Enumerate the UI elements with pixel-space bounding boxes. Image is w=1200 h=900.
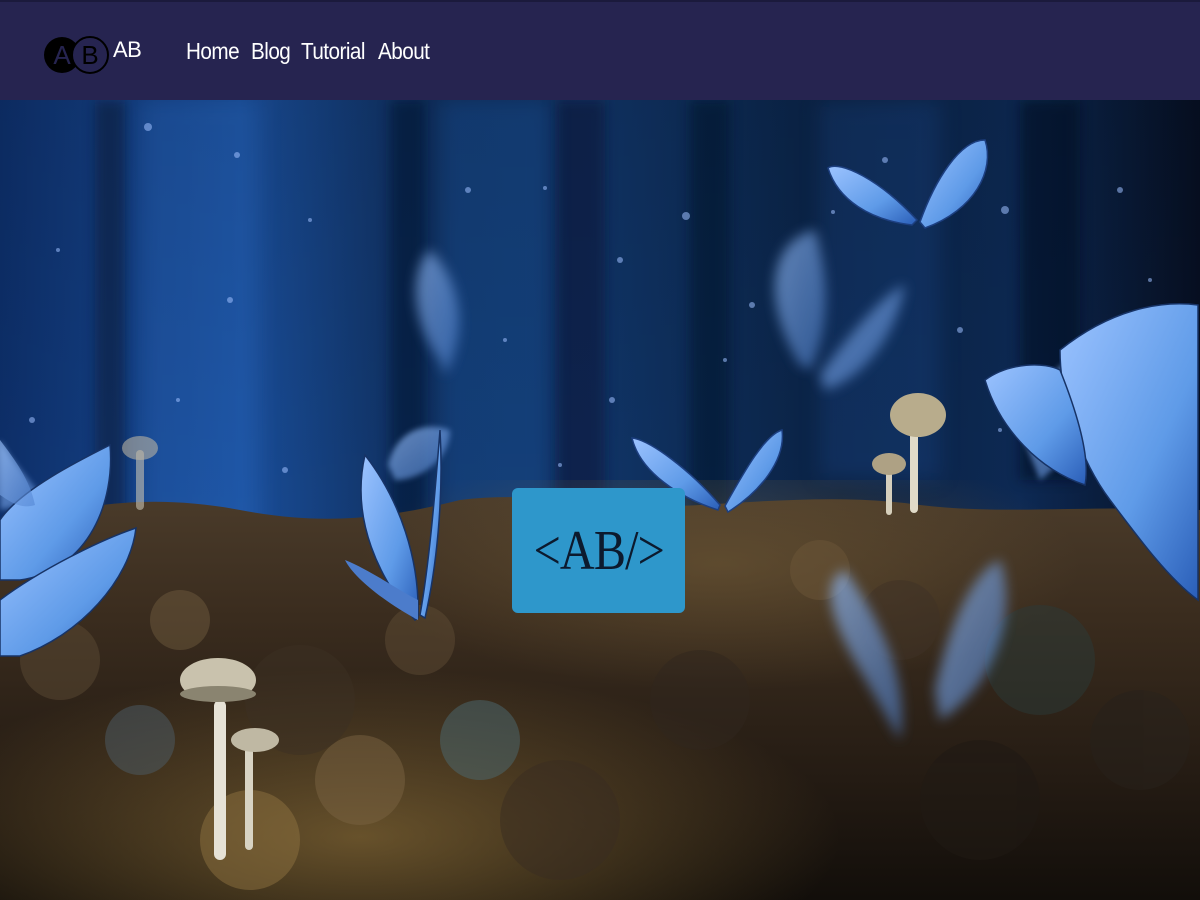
brand-name[interactable]: AB bbox=[113, 37, 142, 63]
nav-tutorial-link[interactable]: Tutorial bbox=[301, 38, 365, 65]
hero-logo-text: <AB/> bbox=[533, 519, 664, 582]
nav-blog-link[interactable]: Blog bbox=[251, 38, 291, 65]
navbar: A B AB Home Blog Tutorial About bbox=[0, 0, 1200, 100]
svg-text:A: A bbox=[53, 40, 71, 70]
hero-logo-badge: <AB/> bbox=[512, 488, 685, 613]
logo-icon[interactable]: A B bbox=[43, 24, 111, 86]
main-nav: Home Blog Tutorial About bbox=[186, 38, 430, 65]
nav-home-link[interactable]: Home bbox=[186, 38, 240, 65]
nav-about-link[interactable]: About bbox=[378, 38, 430, 65]
svg-text:B: B bbox=[81, 40, 98, 70]
page: A B AB Home Blog Tutorial About <AB/> bbox=[0, 0, 1200, 900]
